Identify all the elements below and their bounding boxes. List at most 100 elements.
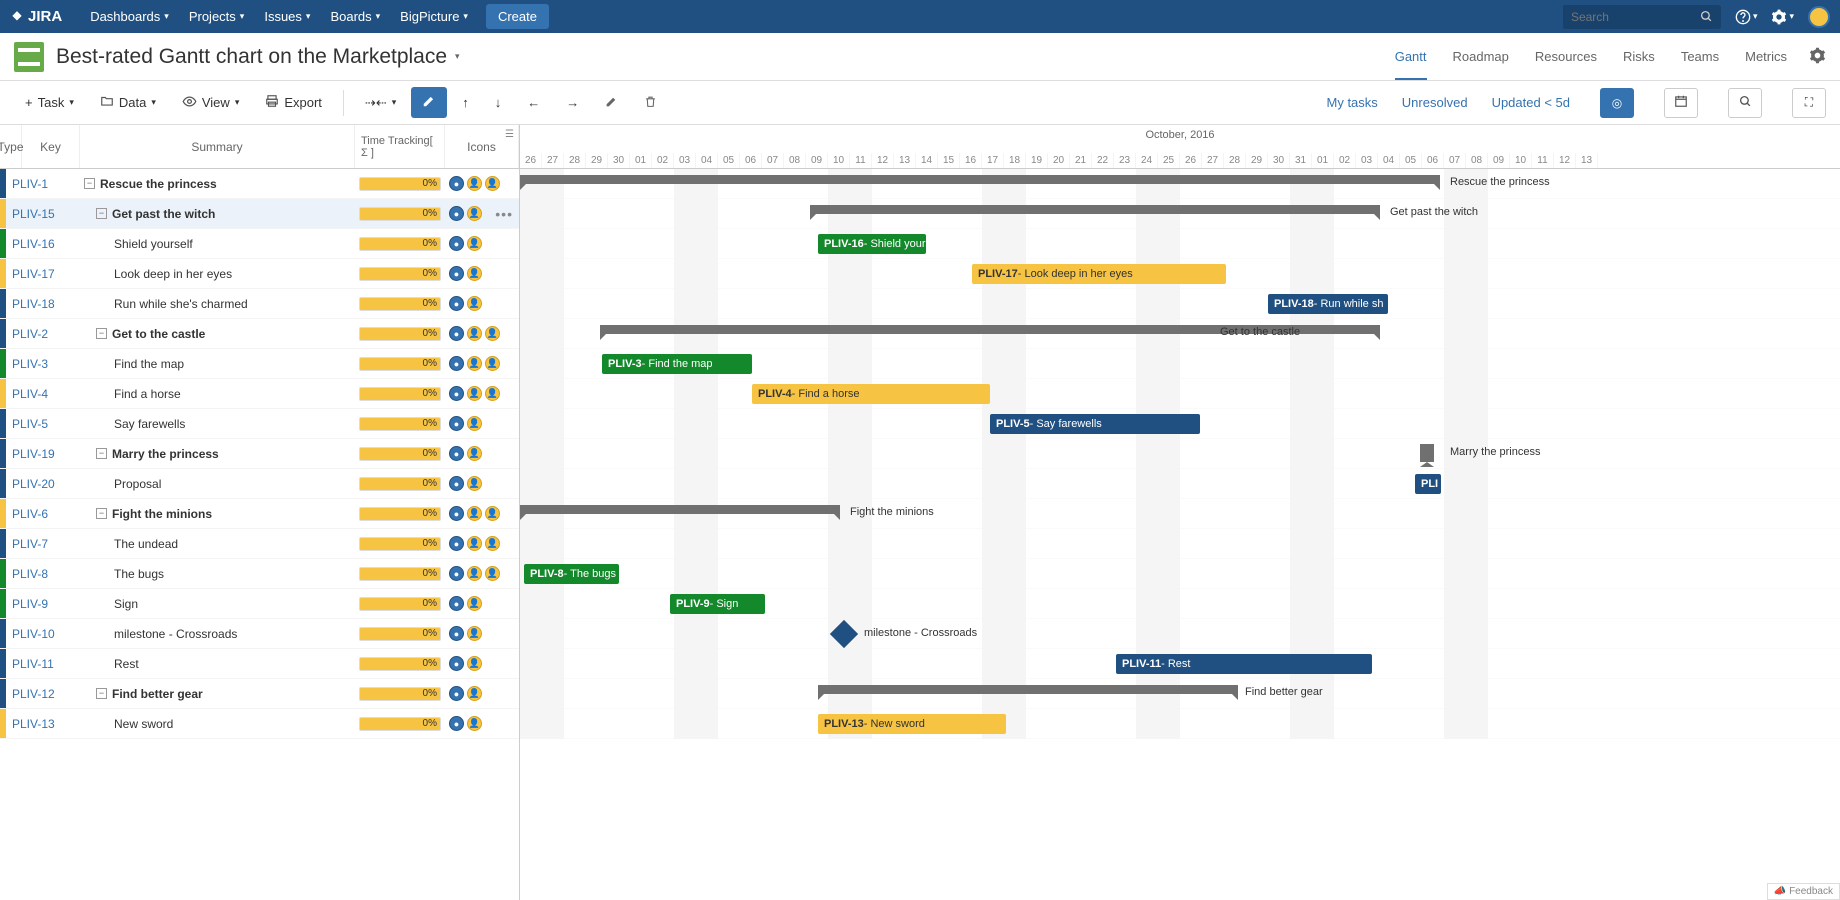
assignee-icon[interactable]: 👤 bbox=[467, 626, 482, 641]
move-right-button[interactable]: → bbox=[555, 88, 590, 117]
task-row[interactable]: PLIV-2−Get to the castle0%●👤👤 bbox=[0, 319, 519, 349]
task-key[interactable]: PLIV-11 bbox=[6, 657, 80, 671]
assignee-icon[interactable]: 👤 bbox=[467, 356, 482, 371]
tab-metrics[interactable]: Metrics bbox=[1745, 33, 1787, 80]
view-button[interactable]: View ▾ bbox=[171, 87, 250, 119]
task-key[interactable]: PLIV-6 bbox=[6, 507, 80, 521]
move-left-button[interactable]: ← bbox=[516, 88, 551, 117]
assignee-icon[interactable]: 👤 bbox=[467, 596, 482, 611]
task-key[interactable]: PLIV-18 bbox=[6, 297, 80, 311]
gantt-panel[interactable]: October, 2016 26272829300102030405060708… bbox=[520, 125, 1840, 900]
task-row[interactable]: PLIV-9Sign0%●👤 bbox=[0, 589, 519, 619]
expand-toggle[interactable]: − bbox=[96, 688, 107, 699]
task-bar[interactable]: PLIV-8 - The bugs bbox=[524, 564, 619, 584]
task-bar[interactable]: PLIV-17 - Look deep in her eyes bbox=[972, 264, 1226, 284]
task-key[interactable]: PLIV-17 bbox=[6, 267, 80, 281]
task-key[interactable]: PLIV-2 bbox=[6, 327, 80, 341]
user-avatar[interactable] bbox=[1808, 6, 1830, 28]
create-button[interactable]: Create bbox=[486, 4, 549, 29]
tab-roadmap[interactable]: Roadmap bbox=[1453, 33, 1509, 80]
assignee-icon[interactable]: 👤 bbox=[467, 266, 482, 281]
assignee-icon[interactable]: 👤 bbox=[485, 536, 500, 551]
task-row[interactable]: PLIV-7The undead0%●👤👤 bbox=[0, 529, 519, 559]
task-key[interactable]: PLIV-9 bbox=[6, 597, 80, 611]
filter-unresolved[interactable]: Unresolved bbox=[1402, 95, 1468, 110]
task-key[interactable]: PLIV-13 bbox=[6, 717, 80, 731]
delete-button[interactable] bbox=[633, 88, 668, 118]
task-row[interactable]: PLIV-20Proposal0%●👤 bbox=[0, 469, 519, 499]
task-bar[interactable]: PLIV-13 - New sword bbox=[818, 714, 1006, 734]
task-row[interactable]: PLIV-4Find a horse0%●👤👤 bbox=[0, 379, 519, 409]
status-icon[interactable]: ● bbox=[449, 506, 464, 521]
status-icon[interactable]: ● bbox=[449, 536, 464, 551]
expand-toggle[interactable]: − bbox=[84, 178, 95, 189]
assignee-icon[interactable]: 👤 bbox=[485, 566, 500, 581]
assignee-icon[interactable]: 👤 bbox=[485, 386, 500, 401]
task-key[interactable]: PLIV-4 bbox=[6, 387, 80, 401]
status-icon[interactable]: ● bbox=[449, 656, 464, 671]
status-icon[interactable]: ● bbox=[449, 596, 464, 611]
task-row[interactable]: PLIV-8The bugs0%●👤👤 bbox=[0, 559, 519, 589]
task-row[interactable]: PLIV-10milestone - Crossroads0%●👤 bbox=[0, 619, 519, 649]
filter-my-tasks[interactable]: My tasks bbox=[1327, 95, 1378, 110]
assignee-icon[interactable]: 👤 bbox=[485, 356, 500, 371]
assignee-icon[interactable]: 👤 bbox=[467, 686, 482, 701]
calendar-button[interactable] bbox=[1664, 88, 1698, 118]
task-key[interactable]: PLIV-8 bbox=[6, 567, 80, 581]
task-bar[interactable]: PLI bbox=[1415, 474, 1441, 494]
assignee-icon[interactable]: 👤 bbox=[467, 386, 482, 401]
summary-bar[interactable] bbox=[520, 175, 1440, 184]
assignee-icon[interactable]: 👤 bbox=[467, 716, 482, 731]
task-row[interactable]: PLIV-16Shield yourself0%●👤 bbox=[0, 229, 519, 259]
task-key[interactable]: PLIV-5 bbox=[6, 417, 80, 431]
nav-item-dashboards[interactable]: Dashboards ▾ bbox=[80, 9, 179, 24]
task-bar[interactable]: PLIV-4 - Find a horse bbox=[752, 384, 990, 404]
task-key[interactable]: PLIV-12 bbox=[6, 687, 80, 701]
status-icon[interactable]: ● bbox=[449, 176, 464, 191]
assignee-icon[interactable]: 👤 bbox=[467, 476, 482, 491]
tab-resources[interactable]: Resources bbox=[1535, 33, 1597, 80]
status-icon[interactable]: ● bbox=[449, 416, 464, 431]
expand-toggle[interactable]: − bbox=[96, 448, 107, 459]
assignee-icon[interactable]: 👤 bbox=[485, 326, 500, 341]
edit-task-button[interactable] bbox=[594, 88, 629, 118]
search-icon[interactable] bbox=[1693, 10, 1721, 23]
task-key[interactable]: PLIV-10 bbox=[6, 627, 80, 641]
task-row[interactable]: PLIV-19−Marry the princess0%●👤 bbox=[0, 439, 519, 469]
status-icon[interactable]: ● bbox=[449, 386, 464, 401]
bookmark-marker[interactable] bbox=[1420, 444, 1434, 462]
search-tasks-button[interactable] bbox=[1728, 88, 1762, 118]
col-type[interactable]: Type bbox=[0, 125, 22, 168]
data-button[interactable]: Data ▾ bbox=[89, 87, 167, 118]
status-icon[interactable]: ● bbox=[449, 296, 464, 311]
status-icon[interactable]: ● bbox=[449, 686, 464, 701]
col-summary[interactable]: Summary bbox=[80, 125, 355, 168]
task-key[interactable]: PLIV-3 bbox=[6, 357, 80, 371]
task-button[interactable]: + Task ▾ bbox=[14, 88, 85, 117]
nav-item-bigpicture[interactable]: BigPicture ▾ bbox=[390, 9, 478, 24]
expand-toggle[interactable]: − bbox=[96, 208, 107, 219]
task-key[interactable]: PLIV-7 bbox=[6, 537, 80, 551]
status-icon[interactable]: ● bbox=[449, 326, 464, 341]
nav-item-boards[interactable]: Boards ▾ bbox=[320, 9, 390, 24]
task-row[interactable]: PLIV-18Run while she's charmed0%●👤 bbox=[0, 289, 519, 319]
task-bar[interactable]: PLIV-18 - Run while sh bbox=[1268, 294, 1388, 314]
task-key[interactable]: PLIV-20 bbox=[6, 477, 80, 491]
more-actions-icon[interactable]: ••• bbox=[495, 206, 513, 222]
summary-bar[interactable] bbox=[810, 205, 1380, 214]
status-icon[interactable]: ● bbox=[449, 716, 464, 731]
move-up-button[interactable]: ↑ bbox=[451, 88, 480, 117]
task-key[interactable]: PLIV-19 bbox=[6, 447, 80, 461]
task-bar[interactable]: PLIV-3 - Find the map bbox=[602, 354, 752, 374]
assignee-icon[interactable]: 👤 bbox=[467, 296, 482, 311]
assignee-icon[interactable]: 👤 bbox=[467, 446, 482, 461]
assignee-icon[interactable]: 👤 bbox=[467, 416, 482, 431]
task-row[interactable]: PLIV-6−Fight the minions0%●👤👤 bbox=[0, 499, 519, 529]
search-input[interactable] bbox=[1563, 5, 1693, 29]
assignee-icon[interactable]: 👤 bbox=[485, 506, 500, 521]
task-bar[interactable]: PLIV-5 - Say farewells bbox=[990, 414, 1200, 434]
expand-toggle[interactable]: − bbox=[96, 508, 107, 519]
title-dropdown-icon[interactable]: ▾ bbox=[455, 51, 460, 62]
expand-toggle[interactable]: − bbox=[96, 328, 107, 339]
assignee-icon[interactable]: 👤 bbox=[467, 206, 482, 221]
